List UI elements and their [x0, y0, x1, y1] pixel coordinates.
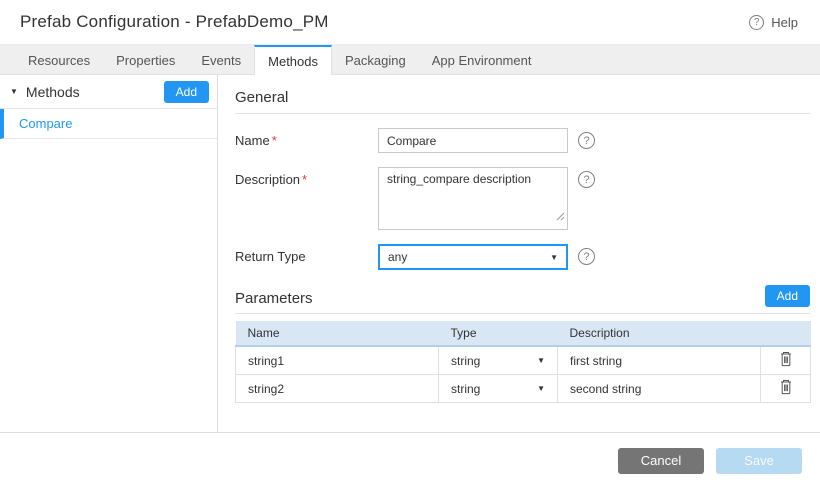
cancel-button[interactable]: Cancel — [618, 448, 704, 474]
help-icon-glyph: ? — [754, 17, 760, 28]
parameters-table-header-row: Name Type Description — [236, 321, 811, 346]
tab-resources[interactable]: Resources — [15, 45, 103, 74]
delete-parameter-button[interactable] — [779, 379, 793, 395]
title-bar: Prefab Configuration - PrefabDemo_PM ? H… — [0, 0, 820, 45]
description-textarea-wrap: string_compare description — [378, 167, 568, 230]
tab-packaging[interactable]: Packaging — [332, 45, 419, 74]
return-type-select[interactable]: any ▼ — [378, 244, 568, 270]
page-title: Prefab Configuration - PrefabDemo_PM — [20, 12, 749, 32]
sidebar: ▼ Methods Add Compare — [0, 75, 218, 432]
chevron-down-icon[interactable]: ▼ — [10, 87, 18, 96]
param-type-select[interactable]: string ▼ — [451, 354, 545, 368]
tab-events[interactable]: Events — [188, 45, 254, 74]
description-textarea[interactable]: string_compare description — [378, 167, 568, 230]
return-type-field-row: Return Type any ▼ ? — [235, 244, 810, 270]
help-icon: ? — [749, 15, 764, 30]
required-asterisk: * — [302, 172, 307, 187]
name-input[interactable] — [378, 128, 568, 153]
column-header-type: Type — [439, 321, 558, 346]
param-type-value: string — [451, 354, 480, 368]
save-button[interactable]: Save — [716, 448, 802, 474]
name-label: Name* — [235, 128, 378, 148]
name-help-icon[interactable]: ? — [578, 132, 595, 149]
param-action-cell — [761, 375, 811, 403]
return-type-value: any — [388, 250, 407, 264]
dropdown-caret-icon: ▼ — [537, 356, 545, 365]
prefab-configuration-dialog: Prefab Configuration - PrefabDemo_PM ? H… — [0, 0, 820, 488]
param-type-cell: string ▼ — [439, 375, 558, 403]
dropdown-caret-icon: ▼ — [537, 384, 545, 393]
table-row: string1 string ▼ first string — [236, 346, 811, 375]
column-header-actions — [761, 321, 811, 346]
dialog-footer: Cancel Save — [0, 432, 820, 488]
column-header-name: Name — [236, 321, 439, 346]
return-type-label: Return Type — [235, 244, 378, 264]
tab-app-environment[interactable]: App Environment — [419, 45, 545, 74]
description-field-row: Description* string_compare description … — [235, 167, 810, 230]
description-help-icon[interactable]: ? — [578, 171, 595, 188]
parameters-table: Name Type Description string1 string ▼ — [235, 321, 811, 403]
question-glyph: ? — [583, 174, 589, 186]
return-type-help-icon[interactable]: ? — [578, 248, 595, 265]
param-action-cell — [761, 346, 811, 375]
add-parameter-button[interactable]: Add — [765, 285, 810, 307]
delete-parameter-button[interactable] — [779, 351, 793, 367]
question-glyph: ? — [583, 251, 589, 263]
help-button[interactable]: ? Help — [749, 15, 798, 30]
required-asterisk: * — [272, 133, 277, 148]
param-type-select[interactable]: string ▼ — [451, 382, 545, 396]
param-description-cell[interactable]: first string — [558, 346, 761, 375]
param-type-value: string — [451, 382, 480, 396]
question-glyph: ? — [583, 135, 589, 147]
add-method-button[interactable]: Add — [164, 81, 209, 103]
parameters-section-title: Parameters — [235, 290, 313, 307]
sidebar-header: ▼ Methods Add — [0, 75, 217, 109]
method-detail-panel: General Name* ? Description* string_comp… — [218, 75, 820, 432]
sidebar-item-compare[interactable]: Compare — [0, 109, 217, 139]
parameters-header: Parameters Add — [235, 285, 810, 314]
tab-properties[interactable]: Properties — [103, 45, 188, 74]
tab-methods[interactable]: Methods — [254, 45, 332, 75]
param-name-cell[interactable]: string1 — [236, 346, 439, 375]
name-field-row: Name* ? — [235, 128, 810, 153]
main-area: ▼ Methods Add Compare General Name* ? De… — [0, 75, 820, 432]
help-label: Help — [771, 15, 798, 30]
general-section-title: General — [235, 83, 810, 114]
sidebar-section-title: Methods — [26, 84, 164, 100]
description-label-text: Description — [235, 172, 300, 187]
resize-grip-icon[interactable] — [555, 208, 565, 226]
param-type-cell: string ▼ — [439, 346, 558, 375]
table-row: string2 string ▼ second string — [236, 375, 811, 403]
param-description-cell[interactable]: second string — [558, 375, 761, 403]
description-label: Description* — [235, 167, 378, 187]
dropdown-caret-icon: ▼ — [550, 253, 558, 262]
trash-icon — [779, 351, 793, 367]
trash-icon — [779, 379, 793, 395]
name-label-text: Name — [235, 133, 270, 148]
tab-bar: Resources Properties Events Methods Pack… — [0, 45, 820, 75]
param-name-cell[interactable]: string2 — [236, 375, 439, 403]
column-header-description: Description — [558, 321, 761, 346]
return-type-label-text: Return Type — [235, 249, 306, 264]
